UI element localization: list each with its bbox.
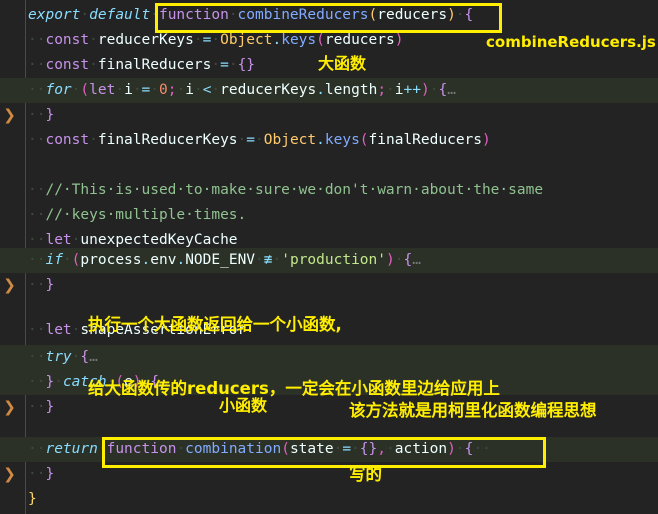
code-line-text: ··for·(let·i·=·0;·i·<·reducerKeys.length… bbox=[28, 82, 456, 98]
annotation-big-function: 大函数 bbox=[318, 54, 367, 73]
annotation-note-two-line-2: 写的 bbox=[349, 464, 382, 484]
code-line-text: ··} bbox=[28, 107, 55, 123]
code-line[interactable]: ❯ ··for·(let·i·=·0;·i·<·reducerKeys.leng… bbox=[0, 78, 658, 124]
annotation-note-two-line-1: 该方法就是用柯里化函数编程思想 bbox=[349, 401, 597, 421]
code-line-text: ··} bbox=[28, 399, 55, 415]
code-line-text: ··if·(process.env.NODE_ENV·≢·'production… bbox=[28, 252, 421, 268]
code-line[interactable]: ··const·finalReducerKeys·=·Object.keys(f… bbox=[0, 128, 658, 153]
code-line-text: ··const·finalReducers·=·{} bbox=[28, 57, 256, 73]
code-line-text: } bbox=[28, 491, 37, 507]
code-line-text: ··//·This·is·used·to·make·sure·we·don't·… bbox=[28, 182, 544, 198]
code-line[interactable]: ··//·keys·multiple·times. bbox=[0, 203, 658, 228]
code-line-text: ··const·reducerKeys·=·Object.keys(reduce… bbox=[28, 32, 404, 48]
code-line-text: ··} bbox=[28, 277, 55, 293]
annotation-note-one-line-1: 执行一个大函数返回给一个小函数, bbox=[88, 315, 342, 335]
code-line-text: ··//·keys·multiple·times. bbox=[28, 207, 247, 223]
code-line-text: ··} bbox=[28, 466, 55, 482]
code-editor-screenshot: export·default·function·combineReducers(… bbox=[0, 0, 658, 514]
code-line[interactable]: ··} bbox=[0, 103, 658, 128]
code-line[interactable] bbox=[0, 153, 658, 178]
code-line[interactable]: ❯ ··if·(process.env.NODE_ENV·≢·'producti… bbox=[0, 248, 658, 294]
annotation-file-name: combineReducers.js bbox=[486, 33, 656, 51]
code-line[interactable]: ··//·This·is·used·to·make·sure·we·don't·… bbox=[0, 178, 658, 203]
code-line[interactable]: export·default·function·combineReducers(… bbox=[0, 3, 658, 28]
annotation-note-two: 该方法就是用柯里化函数编程思想 写的 bbox=[349, 358, 597, 514]
code-line-text: export·default·function·combineReducers(… bbox=[28, 7, 474, 23]
code-line-text: ··const·finalReducerKeys·=·Object.keys(f… bbox=[28, 132, 491, 148]
